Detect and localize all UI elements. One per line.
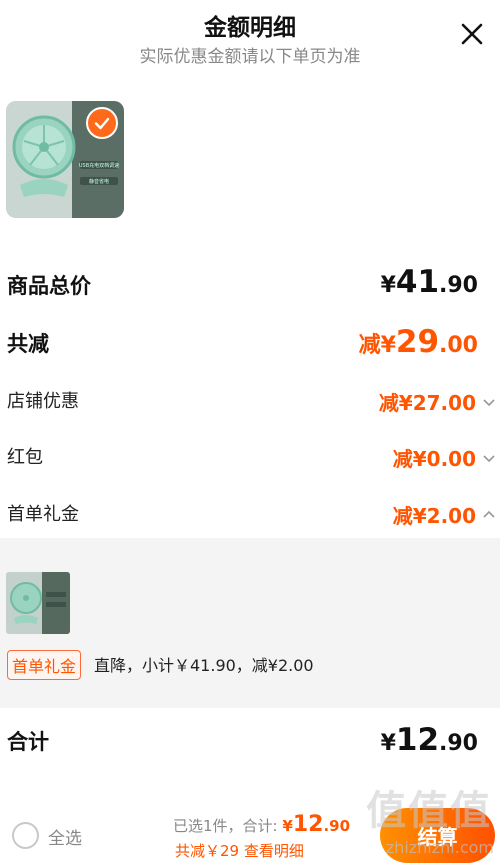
- close-icon[interactable]: [454, 16, 490, 52]
- red-packet-row[interactable]: 红包 减¥0.00: [0, 439, 500, 471]
- sum-row: 合计 ¥12.90: [0, 722, 500, 762]
- select-all-radio[interactable]: [12, 822, 39, 849]
- product-thumbnail[interactable]: USB充电双档调速 静音省电: [6, 101, 124, 218]
- header: 金额明细 实际优惠金额请以下单页为准: [0, 0, 500, 80]
- total-reduce-value: 减¥29.00: [358, 324, 478, 360]
- total-reduce-label: 共减: [7, 332, 49, 356]
- coupon-tag: 首单礼金: [7, 650, 82, 680]
- total-price-value: ¥41.90: [380, 264, 478, 300]
- chevron-down-icon[interactable]: [482, 395, 496, 409]
- thumb-text-2: 静音省电: [89, 178, 109, 185]
- chevron-down-icon[interactable]: [482, 451, 496, 465]
- shop-discount-value: 减¥27.00: [378, 391, 476, 415]
- red-packet-value: 减¥0.00: [392, 447, 476, 471]
- page-title: 金额明细: [204, 15, 296, 41]
- detail-product-thumbnail: [6, 572, 70, 634]
- sum-value: ¥12.90: [380, 722, 478, 758]
- total-price-label: 商品总价: [7, 274, 91, 298]
- view-details-link[interactable]: 共减￥29 查看明细: [175, 840, 304, 861]
- selected-summary: 已选1件，合计: ¥12.90: [173, 812, 351, 837]
- shop-discount-row[interactable]: 店铺优惠 减¥27.00: [0, 383, 500, 415]
- watermark-url: zhizhizhi.com: [385, 838, 494, 857]
- page-subtitle: 实际优惠金额请以下单页为准: [139, 47, 361, 67]
- selected-check-icon[interactable]: [86, 107, 118, 139]
- chevron-up-icon[interactable]: [482, 508, 496, 522]
- coupon-description: 直降，小计￥41.90，减¥2.00: [94, 656, 314, 675]
- thumb-text-1: USB充电双档调速: [79, 162, 119, 169]
- watermark-logo: 值值值: [366, 788, 492, 834]
- first-order-gift-value: 减¥2.00: [392, 504, 476, 528]
- first-order-gift-detail: 首单礼金 直降，小计￥41.90，减¥2.00: [0, 538, 500, 708]
- total-reduce-row: 共减 减¥29.00: [0, 322, 500, 362]
- total-price-row: 商品总价 ¥41.90: [0, 264, 500, 304]
- select-all-label[interactable]: 全选: [48, 824, 82, 849]
- shop-discount-label: 店铺优惠: [7, 391, 79, 412]
- sum-label: 合计: [7, 730, 49, 754]
- first-order-gift-label: 首单礼金: [7, 504, 79, 525]
- red-packet-label: 红包: [7, 447, 43, 468]
- first-order-gift-row[interactable]: 首单礼金 减¥2.00: [0, 496, 500, 528]
